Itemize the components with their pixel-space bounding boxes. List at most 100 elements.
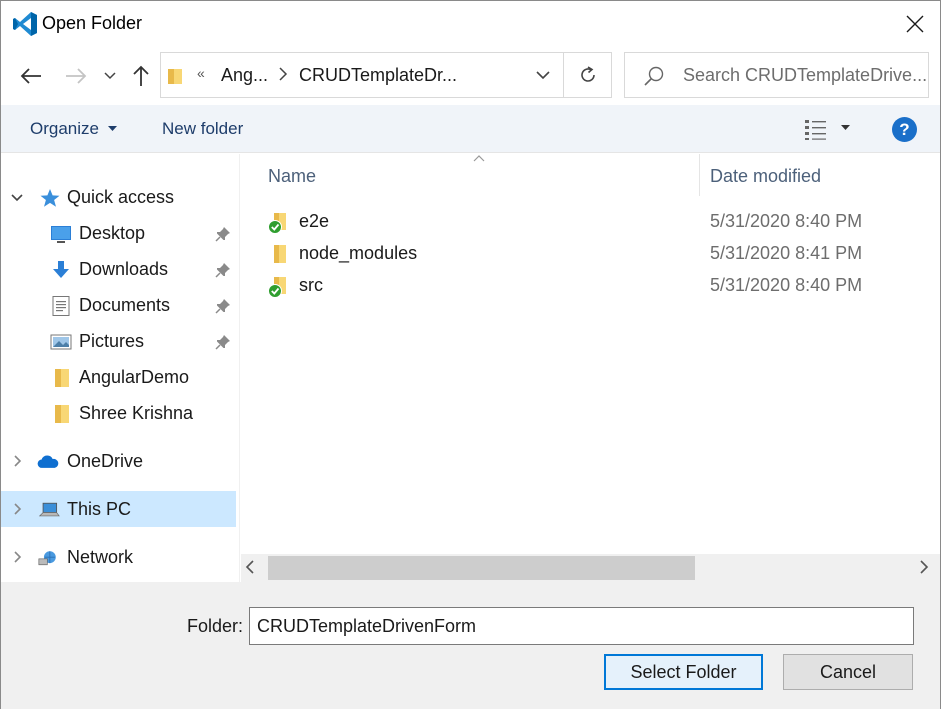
nav-item-onedrive[interactable]: OneDrive: [1, 443, 236, 479]
star-icon: [40, 189, 60, 207]
chevron-right-icon[interactable]: [10, 550, 24, 564]
pin-icon[interactable]: [215, 334, 231, 350]
search-box[interactable]: [624, 52, 929, 98]
chevron-right-icon[interactable]: [10, 502, 24, 516]
window-title: Open Folder: [42, 13, 143, 33]
pin-icon[interactable]: [215, 226, 231, 242]
nav-item-downloads[interactable]: Downloads: [1, 251, 236, 287]
scrollbar-thumb[interactable]: [268, 556, 695, 580]
arrow-up-icon: [133, 65, 149, 86]
breadcrumb-current[interactable]: CRUDTemplateDr...: [299, 65, 457, 86]
nav-item-desktop[interactable]: Desktop: [1, 215, 236, 251]
cloud-icon: [37, 455, 59, 468]
nav-item-pictures[interactable]: Pictures: [1, 323, 236, 359]
help-icon: ?: [899, 119, 910, 139]
nav-label: Quick access: [67, 187, 175, 207]
nav-item-this-pc[interactable]: This PC: [1, 491, 236, 527]
navigation-bar: « Ang... CRUDTemplateDr...: [1, 47, 940, 105]
nav-label: OneDrive: [67, 451, 144, 471]
pin-icon[interactable]: [215, 262, 231, 278]
folder-icon: [274, 245, 286, 263]
folder-icon: [168, 69, 182, 84]
chevron-right-icon[interactable]: [278, 67, 288, 81]
chevron-down-icon[interactable]: [10, 190, 24, 204]
folder-label: Folder:: [187, 616, 244, 636]
folder-icon: [55, 405, 69, 423]
address-bar[interactable]: « Ang... CRUDTemplateDr...: [160, 52, 612, 98]
folder-icon: [55, 369, 69, 387]
search-input[interactable]: [683, 61, 927, 89]
network-icon: [38, 551, 56, 566]
organize-button[interactable]: Organize: [30, 119, 99, 139]
pin-icon[interactable]: [215, 298, 231, 314]
search-icon: [644, 66, 664, 86]
nav-label: Shree Krishna: [79, 403, 194, 423]
folder-synced-icon: [268, 277, 286, 298]
file-name: e2e: [299, 211, 330, 231]
close-icon: [906, 15, 924, 33]
open-folder-dialog: Open Folder « Ang... CRUDTemplateDr... S…: [0, 0, 941, 709]
nav-item-network[interactable]: Network: [1, 539, 236, 575]
back-button[interactable]: [16, 61, 46, 91]
scroll-right-icon[interactable]: [919, 560, 929, 574]
caret-down-icon[interactable]: [841, 125, 850, 131]
cancel-button[interactable]: Cancel: [783, 654, 913, 690]
column-header-name[interactable]: Name: [268, 166, 316, 187]
nav-item-documents[interactable]: Documents: [1, 287, 236, 323]
refresh-icon: [581, 66, 595, 82]
vscode-icon: [13, 12, 37, 36]
sort-ascending-icon: [473, 155, 485, 162]
file-name: node_modules: [299, 243, 418, 263]
command-bar: Organize New folder ?: [1, 105, 940, 153]
nav-label: Network: [67, 547, 134, 567]
downloads-icon: [53, 261, 69, 278]
caret-down-icon[interactable]: [108, 126, 117, 132]
close-button[interactable]: [891, 1, 939, 47]
breadcrumb-parent[interactable]: Ang...: [221, 65, 268, 86]
file-date-modified: 5/31/2020 8:40 PM: [710, 211, 863, 231]
nav-label: AngularDemo: [79, 367, 190, 387]
title-bar: Open Folder: [1, 1, 940, 47]
chevron-down-icon: [104, 72, 116, 80]
navigation-pane[interactable]: Quick access Desktop Downloads Documents…: [1, 154, 239, 582]
pictures-icon: [50, 334, 72, 350]
file-name: src: [299, 275, 323, 295]
file-date-modified: 5/31/2020 8:40 PM: [710, 275, 863, 295]
scroll-left-icon[interactable]: [245, 560, 255, 574]
desktop-icon: [51, 226, 71, 243]
new-folder-button[interactable]: New folder: [162, 119, 243, 139]
nav-label: Downloads: [79, 259, 169, 279]
file-row-src[interactable]: src 5/31/2020 8:40 PM: [259, 270, 939, 302]
view-details-icon[interactable]: [803, 117, 829, 141]
nav-item-angulardemo[interactable]: AngularDemo: [1, 359, 236, 395]
arrow-left-icon: [20, 68, 41, 84]
file-list[interactable]: Name Date modified e2e 5/31/2020 8:40 PM…: [241, 154, 940, 554]
chevron-down-icon: [536, 70, 550, 79]
pane-divider[interactable]: [239, 154, 240, 582]
recent-locations-button[interactable]: [96, 61, 124, 91]
select-folder-button[interactable]: Select Folder: [604, 654, 763, 690]
column-header-date-modified[interactable]: Date modified: [710, 166, 821, 187]
up-button[interactable]: [126, 61, 156, 91]
file-row-node-modules[interactable]: node_modules 5/31/2020 8:41 PM: [259, 238, 939, 270]
nav-quick-access[interactable]: Quick access: [1, 179, 236, 215]
horizontal-scrollbar[interactable]: [241, 554, 940, 582]
nav-item-shree-krishna[interactable]: Shree Krishna: [1, 395, 236, 431]
chevron-right-icon[interactable]: [10, 454, 24, 468]
folder-synced-icon: [268, 213, 286, 234]
refresh-button[interactable]: [564, 53, 612, 97]
dialog-footer: Folder: Select Folder Cancel: [1, 582, 940, 709]
column-divider[interactable]: [699, 154, 700, 196]
nav-label: This PC: [67, 499, 132, 519]
computer-icon: [38, 502, 60, 517]
folder-name-input[interactable]: [249, 607, 914, 645]
nav-label: Pictures: [79, 331, 145, 351]
forward-button[interactable]: [61, 61, 91, 91]
help-button[interactable]: ?: [892, 117, 917, 142]
documents-icon: [52, 296, 70, 316]
address-dropdown-button[interactable]: [525, 53, 561, 97]
file-row-e2e[interactable]: e2e 5/31/2020 8:40 PM: [259, 206, 939, 238]
address-overflow[interactable]: «: [197, 65, 205, 81]
arrow-right-icon: [66, 68, 87, 84]
nav-label: Desktop: [79, 223, 146, 243]
